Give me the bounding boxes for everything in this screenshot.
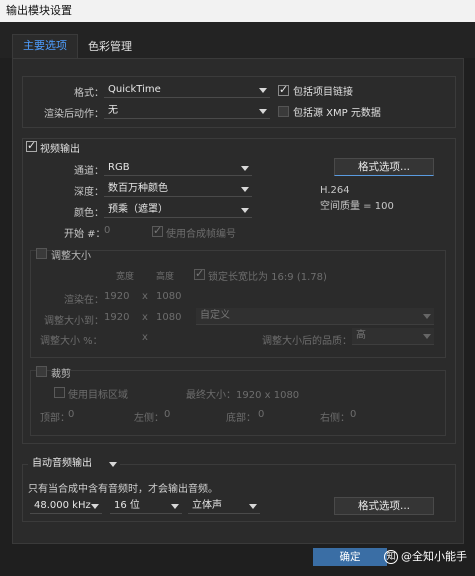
resize-checkbox[interactable] (36, 248, 47, 259)
audio-channels-value: 立体声 (192, 500, 222, 511)
channels-select[interactable]: RGB (104, 160, 252, 176)
chevron-down-icon (241, 166, 249, 171)
depth-label: 深度： (74, 187, 104, 198)
resize-preset-value: 自定义 (200, 310, 230, 321)
audio-mode-value: 自动音频输出 (32, 458, 92, 469)
chevron-down-icon (249, 504, 257, 509)
crop-left-label: 左侧： (134, 413, 164, 424)
watermark-text: @全知小能手 (401, 550, 467, 563)
depth-value: 数百万种颜色 (108, 183, 168, 194)
depth-select[interactable]: 数百万种颜色 (104, 181, 252, 197)
resize-to-times: x (142, 312, 148, 323)
resize-to-label: 调整大小到： (44, 316, 104, 327)
resize-pct-times: x (142, 332, 148, 343)
rendering-at-label: 渲染在： (64, 295, 104, 306)
chevron-down-icon (241, 187, 249, 192)
resize-pct-label: 调整大小 %： (40, 336, 103, 347)
audio-mode-select[interactable]: 自动音频输出 (28, 456, 120, 472)
rendering-height: 1080 (156, 291, 182, 302)
audio-channels-select[interactable]: 立体声 (188, 498, 260, 514)
resize-to-width[interactable]: 1920 (104, 312, 129, 323)
crop-bottom-value[interactable]: 0 (258, 409, 264, 420)
ok-button[interactable]: 确定 (313, 548, 387, 566)
start-label: 开始 #： (64, 229, 106, 240)
chevron-down-icon (423, 314, 431, 319)
post-render-value: 无 (108, 105, 118, 116)
channels-value: RGB (108, 162, 130, 173)
watermark: 知 @全知小能手 (378, 546, 473, 568)
resize-to-height[interactable]: 1080 (156, 312, 181, 323)
rendering-width: 1920 (104, 291, 130, 302)
resize-quality-value: 高 (356, 330, 366, 341)
include-project-link-label: 包括项目链接 (293, 87, 353, 98)
height-header: 高度 (156, 272, 175, 282)
chevron-down-icon (423, 334, 431, 339)
format-select[interactable]: QuickTime (104, 82, 270, 98)
quality-info: 空间质量 = 100 (320, 201, 394, 212)
format-label: 格式： (74, 88, 104, 99)
video-output-checkbox[interactable] (26, 139, 37, 152)
color-label: 颜色： (74, 208, 104, 219)
audio-bits-value: 16 位 (114, 500, 140, 511)
codec-info: H.264 (320, 185, 350, 196)
channels-label: 通道： (74, 166, 104, 177)
lock-aspect-checkbox[interactable] (194, 267, 205, 280)
video-output-label: 视频输出 (40, 144, 80, 155)
rendering-times: x (142, 291, 148, 302)
final-size: 最终大小：1920 x 1080 (186, 390, 300, 401)
zhihu-icon: 知 (384, 550, 398, 564)
include-xmp-checkbox[interactable] (278, 106, 289, 117)
crop-top-label: 顶部： (40, 413, 70, 424)
crop-group (30, 370, 446, 436)
post-render-select[interactable]: 无 (104, 103, 270, 119)
color-value: 预乘（遮罩） (108, 204, 168, 215)
chevron-down-icon (241, 208, 249, 213)
crop-label: 裁剪 (51, 369, 71, 380)
width-header: 宽度 (116, 272, 135, 282)
crop-left-value[interactable]: 0 (164, 409, 170, 420)
audio-format-options-button[interactable]: 格式选项... (334, 497, 434, 515)
video-format-options-button[interactable]: 格式选项... (334, 158, 434, 176)
crop-right-label: 右侧： (320, 413, 350, 424)
use-comp-frame-label: 使用合成帧编号 (166, 229, 236, 240)
chevron-down-icon (259, 109, 267, 114)
color-select[interactable]: 预乘（遮罩） (104, 202, 252, 218)
include-project-link-checkbox[interactable] (278, 83, 289, 96)
crop-top-value[interactable]: 0 (68, 409, 74, 420)
chevron-down-icon (171, 504, 179, 509)
crop-right-value[interactable]: 0 (350, 409, 356, 420)
use-roi-label: 使用目标区域 (68, 390, 128, 401)
chevron-down-icon (109, 462, 117, 467)
audio-bits-select[interactable]: 16 位 (110, 498, 182, 514)
audio-rate-value: 48.000 kHz (34, 500, 91, 511)
resize-label: 调整大小 (51, 251, 91, 262)
tab-main-options[interactable]: 主要选项 (12, 34, 78, 58)
audio-rate-select[interactable]: 48.000 kHz (30, 498, 102, 514)
format-value: QuickTime (108, 84, 161, 95)
resize-preset-select[interactable]: 自定义 (196, 308, 434, 325)
window-title: 输出模块设置 (0, 0, 475, 22)
include-xmp-label: 包括源 XMP 元数据 (293, 108, 381, 119)
chevron-down-icon (91, 504, 99, 509)
crop-checkbox[interactable] (36, 366, 47, 377)
resize-quality-select[interactable]: 高 (352, 328, 434, 345)
audio-note: 只有当合成中含有音频时，才会输出音频。 (28, 484, 218, 495)
crop-bottom-label: 底部： (226, 413, 256, 424)
start-value[interactable]: 0 (104, 225, 110, 236)
use-comp-frame-checkbox[interactable] (152, 224, 163, 237)
tab-color-management[interactable]: 色彩管理 (78, 36, 142, 60)
resize-quality-label: 调整大小后的品质： (262, 336, 352, 347)
lock-aspect-label: 锁定长宽比为 16:9 (1.78) (208, 272, 327, 283)
use-roi-checkbox[interactable] (54, 387, 65, 398)
post-render-label: 渲染后动作： (44, 109, 104, 120)
chevron-down-icon (259, 88, 267, 93)
